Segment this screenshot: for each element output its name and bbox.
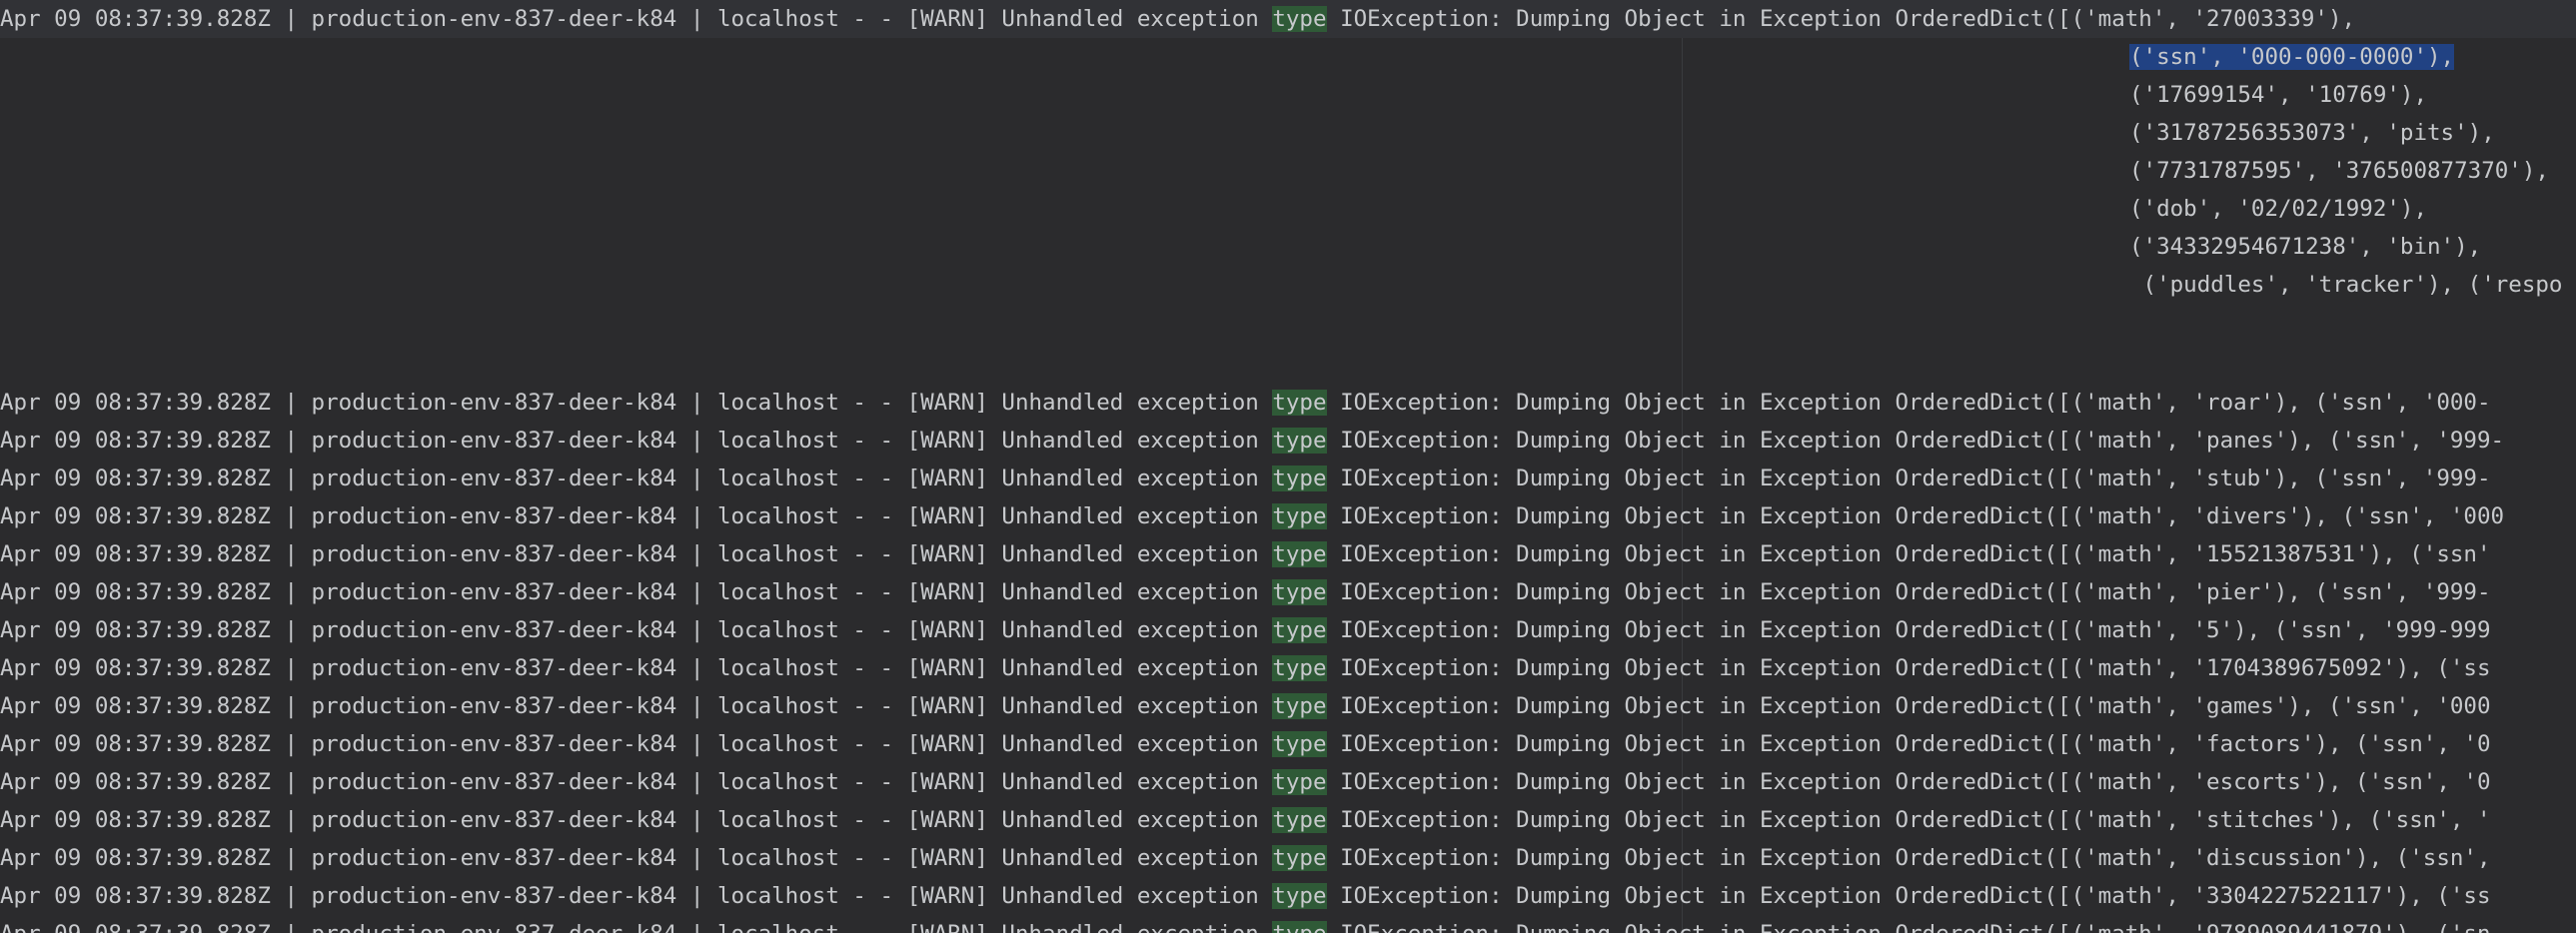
log-line-message: IOException: Dumping Object in Exception…: [1326, 541, 2491, 567]
log-line[interactable]: Apr 09 08:37:39.828Z | production-env-83…: [0, 915, 2491, 933]
search-match-highlight: type: [1272, 883, 1327, 909]
search-match-highlight: type: [1272, 845, 1327, 871]
search-match-highlight: type: [1272, 693, 1327, 719]
log-line[interactable]: Apr 09 08:37:39.828Z | production-env-83…: [0, 460, 2491, 497]
search-match-highlight: type: [1272, 655, 1327, 681]
search-match-highlight: type: [1272, 6, 1327, 32]
search-match-highlight: type: [1272, 579, 1327, 605]
log-line-message: IOException: Dumping Object in Exception…: [1326, 769, 2491, 795]
log-line-prefix: Apr 09 08:37:39.828Z | production-env-83…: [0, 731, 1273, 757]
log-line[interactable]: Apr 09 08:37:39.828Z | production-env-83…: [0, 763, 2491, 801]
search-match-highlight: type: [1272, 617, 1327, 643]
log-line-prefix: Apr 09 08:37:39.828Z | production-env-83…: [0, 428, 1273, 454]
log-line-message: IOException: Dumping Object in Exception…: [1326, 617, 2491, 643]
log-line-message: IOException: Dumping Object in Exception…: [1326, 428, 2505, 454]
log-line-prefix: Apr 09 08:37:39.828Z | production-env-83…: [0, 466, 1273, 491]
search-match-highlight: type: [1272, 541, 1327, 567]
search-match-highlight: type: [1272, 466, 1327, 491]
log-continuation-line[interactable]: ('7731787595', '376500877370'),: [2129, 152, 2549, 190]
log-line-prefix: Apr 09 08:37:39.828Z | production-env-83…: [0, 845, 1273, 871]
log-continuation-line[interactable]: ('34332954671238', 'bin'),: [2129, 228, 2481, 266]
log-continuation-line[interactable]: ('dob', '02/02/1992'),: [2129, 190, 2427, 228]
log-line-message: IOException: Dumping Object in Exception…: [1326, 731, 2491, 757]
log-line[interactable]: Apr 09 08:37:39.828Z | production-env-83…: [0, 839, 2491, 877]
log-line-prefix: Apr 09 08:37:39.828Z | production-env-83…: [0, 617, 1273, 643]
text-selection: ('ssn', '000-000-0000'),: [2129, 44, 2455, 70]
log-line[interactable]: Apr 09 08:37:39.828Z | production-env-83…: [0, 573, 2491, 611]
log-continuation-line[interactable]: ('puddles', 'tracker'), ('respo: [2129, 266, 2563, 304]
log-line-prefix: Apr 09 08:37:39.828Z | production-env-83…: [0, 579, 1273, 605]
log-line[interactable]: Apr 09 08:37:39.828Z | production-env-83…: [0, 497, 2504, 535]
log-line-prefix: Apr 09 08:37:39.828Z | production-env-83…: [0, 655, 1273, 681]
search-match-highlight: type: [1272, 921, 1327, 933]
log-continuation-line[interactable]: ('ssn', '000-000-0000'),: [2129, 38, 2455, 76]
log-line-message: IOException: Dumping Object in Exception…: [1326, 655, 2491, 681]
log-line-prefix: Apr 09 08:37:39.828Z | production-env-83…: [0, 390, 1273, 416]
log-line-prefix: Apr 09 08:37:39.828Z | production-env-83…: [0, 693, 1273, 719]
log-line-prefix: Apr 09 08:37:39.828Z | production-env-83…: [0, 921, 1272, 933]
log-line[interactable]: Apr 09 08:37:39.828Z | production-env-83…: [0, 877, 2491, 915]
log-line-message: IOException: Dumping Object in Exception…: [1326, 883, 2491, 909]
log-line[interactable]: Apr 09 08:37:39.828Z | production-env-83…: [0, 611, 2491, 649]
log-line-message: IOException: Dumping Object in Exception…: [1327, 921, 2490, 933]
search-match-highlight: type: [1272, 390, 1327, 416]
log-line[interactable]: Apr 09 08:37:39.828Z | production-env-83…: [0, 725, 2491, 763]
log-line-message: IOException: Dumping Object in Exception…: [1326, 845, 2491, 871]
log-line-message: IOException: Dumping Object in Exception…: [1326, 807, 2491, 833]
log-continuation-line[interactable]: ('17699154', '10769'),: [2129, 76, 2427, 114]
log-line[interactable]: Apr 09 08:37:39.828Z | production-env-83…: [0, 649, 2491, 687]
log-line-text: Apr 09 08:37:39.828Z | production-env-83…: [0, 6, 1273, 32]
search-match-highlight: type: [1272, 769, 1327, 795]
log-line-message: IOException: Dumping Object in Exception…: [1326, 693, 2491, 719]
log-line-prefix: Apr 09 08:37:39.828Z | production-env-83…: [0, 769, 1273, 795]
log-line-expanded[interactable]: Apr 09 08:37:39.828Z | production-env-83…: [0, 0, 2576, 38]
log-line-text: IOException: Dumping Object in Exception…: [1326, 6, 2356, 32]
search-match-highlight: type: [1272, 807, 1327, 833]
log-line-message: IOException: Dumping Object in Exception…: [1326, 503, 2505, 529]
log-line-prefix: Apr 09 08:37:39.828Z | production-env-83…: [0, 541, 1273, 567]
log-line-prefix: Apr 09 08:37:39.828Z | production-env-83…: [0, 503, 1273, 529]
search-match-highlight: type: [1272, 731, 1327, 757]
log-line[interactable]: Apr 09 08:37:39.828Z | production-env-83…: [0, 384, 2491, 422]
search-match-highlight: type: [1272, 428, 1327, 454]
log-line-message: IOException: Dumping Object in Exception…: [1326, 466, 2491, 491]
log-line-prefix: Apr 09 08:37:39.828Z | production-env-83…: [0, 807, 1273, 833]
log-line-message: IOException: Dumping Object in Exception…: [1326, 579, 2491, 605]
log-line[interactable]: Apr 09 08:37:39.828Z | production-env-83…: [0, 422, 2504, 460]
log-viewer[interactable]: Apr 09 08:37:39.828Z | production-env-83…: [0, 0, 2576, 933]
log-line-message: IOException: Dumping Object in Exception…: [1326, 390, 2491, 416]
log-line[interactable]: Apr 09 08:37:39.828Z | production-env-83…: [0, 801, 2491, 839]
log-line-prefix: Apr 09 08:37:39.828Z | production-env-83…: [0, 883, 1273, 909]
search-match-highlight: type: [1272, 503, 1327, 529]
log-continuation-line[interactable]: ('31787256353073', 'pits'),: [2129, 114, 2495, 152]
log-line[interactable]: Apr 09 08:37:39.828Z | production-env-83…: [0, 535, 2491, 573]
log-line[interactable]: Apr 09 08:37:39.828Z | production-env-83…: [0, 687, 2491, 725]
